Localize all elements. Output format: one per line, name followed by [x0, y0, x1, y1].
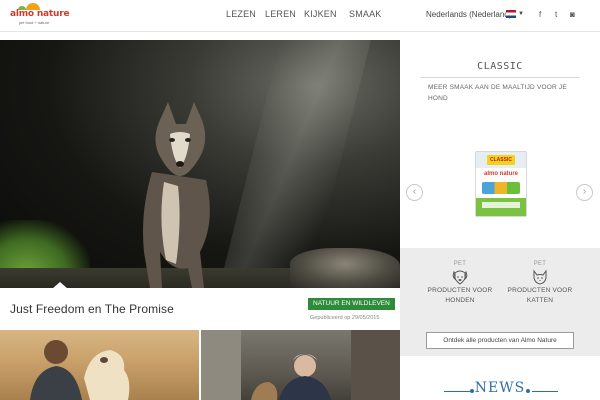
nav-item-smaak[interactable]: SMAAK — [349, 9, 382, 19]
package-brand: almo nature — [483, 171, 518, 177]
package-pets-art — [482, 182, 520, 194]
product-package-image[interactable]: CLASSIC almo nature — [475, 151, 527, 217]
news-right-dot — [526, 389, 530, 393]
chevron-down-icon[interactable]: ▼ — [518, 11, 524, 17]
article-title[interactable]: Just Freedom en The Promise — [10, 302, 174, 316]
cat-icon — [533, 269, 547, 285]
carousel-next-button[interactable]: › — [576, 184, 593, 201]
pet-prefix: PET — [533, 261, 547, 267]
news-heading: NEWS — [474, 380, 526, 396]
pet-prefix: PET — [453, 261, 467, 267]
all-products-button[interactable]: Ontdek alle producten van Almo Nature — [426, 332, 574, 349]
nav-item-kijken[interactable]: KIJKEN — [304, 9, 337, 19]
thumbnail-man-with-dog[interactable] — [0, 330, 199, 400]
nav-item-lezen[interactable]: LEZEN — [226, 9, 256, 19]
product-title: CLASSIC — [477, 61, 523, 72]
carousel-prev-button[interactable]: ‹ — [406, 184, 423, 201]
package-label: CLASSIC — [487, 155, 515, 165]
product-subtitle: MEER SMAAK AAN DE MAALTIJD VOOR JE HOND — [428, 84, 567, 102]
package-info-strip — [482, 202, 520, 208]
publish-date: Gepubliceerd op 29/05/2015 — [310, 315, 380, 321]
netherlands-flag-icon — [506, 10, 516, 18]
title-divider — [420, 77, 580, 78]
category-badge[interactable]: NATUUR EN WILDLEVEN — [308, 298, 395, 310]
dog-products-link[interactable]: PET PRODUCTEN VOOR HONDEN — [420, 261, 500, 306]
hero-caret-pointer — [52, 282, 68, 288]
wolf-illustration — [143, 102, 210, 288]
hero-image-wolf[interactable] — [0, 40, 400, 288]
instagram-icon[interactable]: ◙ — [570, 10, 575, 19]
dog-icon — [452, 270, 468, 285]
cat-products-label: PRODUCTEN VOOR KATTEN — [507, 287, 573, 304]
almo-nature-logo[interactable]: almo nature pet food + nature — [10, 3, 70, 27]
cat-products-link[interactable]: PET PRODUCTEN VOOR KATTEN — [500, 261, 580, 306]
logo-tagline: pet food + nature — [18, 20, 50, 25]
logo-brand-text: almo nature — [10, 9, 70, 19]
site-header: almo nature pet food + nature LEZEN LERE… — [0, 0, 600, 32]
facebook-icon[interactable]: f — [539, 10, 541, 19]
news-right-line — [532, 391, 558, 392]
twitter-icon[interactable]: t — [555, 10, 557, 19]
man-with-golden-retriever-photo — [30, 340, 130, 400]
dog-products-label: PRODUCTEN VOOR HONDEN — [427, 287, 493, 304]
thumbnail-man-indoors[interactable] — [201, 330, 400, 400]
hero-rock — [290, 248, 400, 288]
nav-item-leren[interactable]: LEREN — [265, 9, 296, 19]
language-selector[interactable]: Nederlands (Nederland) — [426, 10, 511, 19]
man-with-dog-indoors-photo — [201, 330, 400, 400]
